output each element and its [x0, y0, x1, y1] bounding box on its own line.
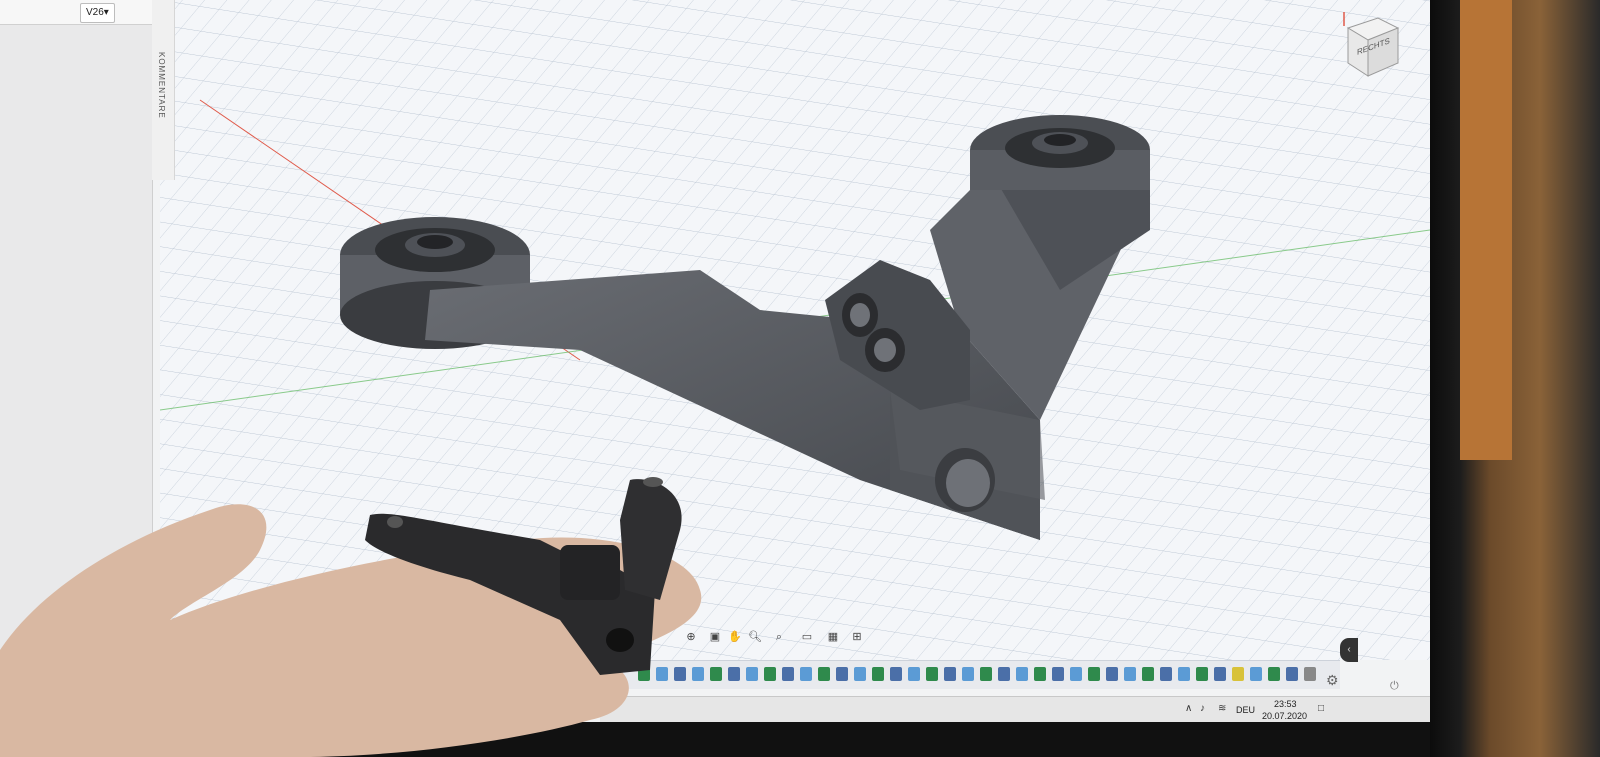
timeline-feature[interactable]	[836, 667, 848, 681]
browser-panel-header: V26▾	[0, 0, 152, 25]
timeline-feature[interactable]	[926, 667, 938, 681]
background-board	[1460, 0, 1512, 460]
timeline-feature[interactable]	[1106, 667, 1118, 681]
collapse-icon[interactable]: ‹	[1340, 638, 1358, 662]
timeline-feature[interactable]	[764, 667, 776, 681]
timeline-feature[interactable]	[1124, 667, 1136, 681]
taskbar: ∧ ♪ ≋ DEU 23:53 20.07.2020 □	[600, 696, 1430, 722]
timeline-feature[interactable]	[908, 667, 920, 681]
viewports-icon[interactable]: ⊞	[850, 630, 864, 644]
pan-icon[interactable]: ✋	[728, 630, 742, 644]
display-settings-icon[interactable]: ▭	[800, 630, 814, 644]
timeline-feature[interactable]	[1142, 667, 1154, 681]
zoom-icon[interactable]: 🔍︎	[748, 630, 762, 644]
notifications-icon[interactable]: □	[1318, 703, 1324, 714]
timeline-feature[interactable]	[1286, 667, 1298, 681]
timeline-marker[interactable]	[1304, 667, 1316, 681]
speaker-icon[interactable]: ♪	[1200, 703, 1205, 714]
hand-with-printed-part	[0, 477, 702, 757]
timeline-feature[interactable]	[1196, 667, 1208, 681]
timeline-feature[interactable]	[782, 667, 794, 681]
timeline-feature[interactable]	[800, 667, 812, 681]
timeline-feature[interactable]	[746, 667, 758, 681]
timeline-feature-active[interactable]	[1232, 667, 1244, 681]
timeline-feature[interactable]	[1088, 667, 1100, 681]
timeline-feature[interactable]	[962, 667, 974, 681]
timeline-feature[interactable]	[980, 667, 992, 681]
timeline-feature[interactable]	[854, 667, 866, 681]
language-indicator[interactable]: DEU	[1236, 705, 1255, 715]
timeline-feature[interactable]	[1250, 667, 1262, 681]
timeline-feature[interactable]	[728, 667, 740, 681]
power-icon[interactable]: ⏻	[1390, 680, 1399, 693]
timeline-bar	[620, 660, 1340, 689]
timeline-feature[interactable]	[1178, 667, 1190, 681]
clock-time[interactable]: 23:53	[1274, 699, 1297, 709]
timeline-feature[interactable]	[890, 667, 902, 681]
timeline-feature[interactable]	[1214, 667, 1226, 681]
timeline-feature[interactable]	[998, 667, 1010, 681]
network-icon[interactable]: ≋	[1218, 703, 1226, 714]
timeline-feature[interactable]	[1268, 667, 1280, 681]
timeline-feature[interactable]	[1052, 667, 1064, 681]
background-shelf	[1430, 0, 1600, 757]
grid-icon[interactable]: ▦	[826, 630, 840, 644]
timeline-feature[interactable]	[1160, 667, 1172, 681]
version-dropdown[interactable]: V26▾	[80, 3, 115, 23]
timeline-feature[interactable]	[872, 667, 884, 681]
chevron-up-icon[interactable]: ∧	[1185, 703, 1192, 714]
timeline-feature[interactable]	[818, 667, 830, 681]
clock-date[interactable]: 20.07.2020	[1262, 711, 1307, 721]
comments-label: KOMMENTARE	[157, 52, 166, 119]
fit-zoom-icon[interactable]: ⌕	[772, 630, 786, 644]
gear-icon[interactable]: ⚙	[1326, 672, 1339, 689]
timeline-feature[interactable]	[944, 667, 956, 681]
timeline-feature[interactable]	[1070, 667, 1082, 681]
timeline-feature[interactable]	[1034, 667, 1046, 681]
timeline-feature[interactable]	[1016, 667, 1028, 681]
